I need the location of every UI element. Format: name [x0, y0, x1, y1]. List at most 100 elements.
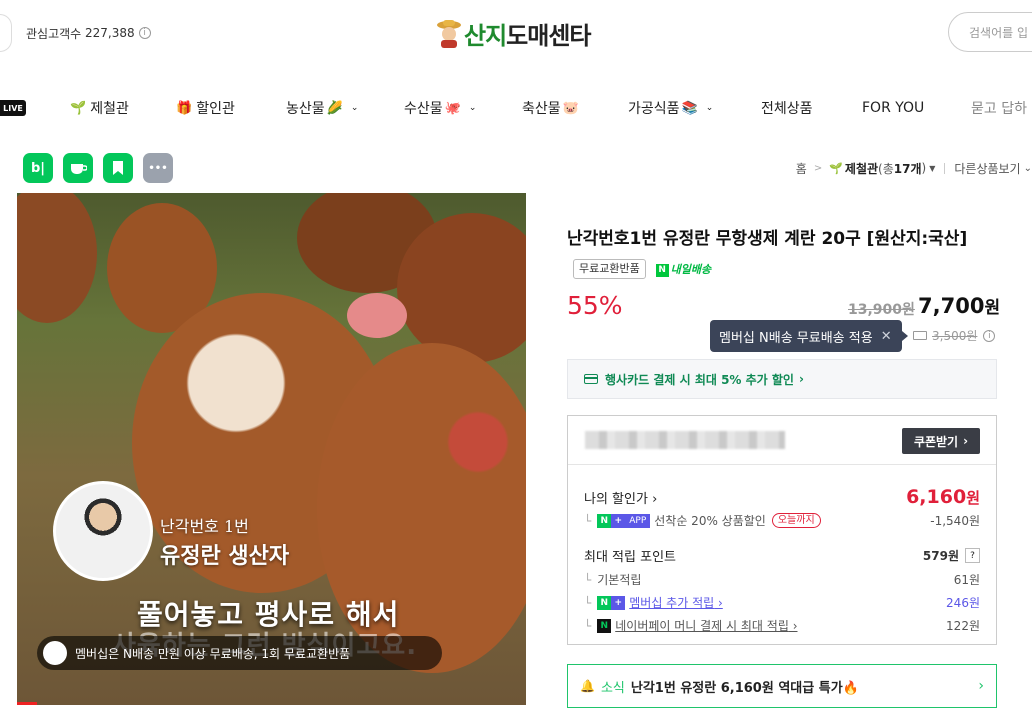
- nav-item-for-you[interactable]: FOR YOU: [862, 88, 924, 128]
- visitors-label: 관심고객수: [26, 26, 82, 41]
- tree-branch: └: [584, 572, 592, 587]
- product-title-text: 난각번호1번 유정란 무항생제 계란 20구 [원산지:국산]: [567, 229, 968, 249]
- naver-n-icon: N: [655, 263, 669, 277]
- chevron-down-icon: ⌄: [468, 103, 477, 113]
- benefit-box: 쿠폰받기 › 나의 할인가 › 6,160원 └ N + APP 선착순 20% 상품…: [567, 415, 997, 645]
- nav-label: 가공식품: [628, 101, 680, 117]
- nav-item-qna[interactable]: 묻고 답하: [971, 88, 1027, 128]
- live-badge[interactable]: LIVE: [0, 100, 26, 116]
- base-points-label: 기본적립: [597, 573, 642, 587]
- base-points-row: └ 기본적립 61원: [584, 571, 980, 588]
- visitors-count: 227,388: [85, 26, 135, 40]
- first-order-row: └ N + APP 선착순 20% 상품할인 오늘까지 -1,540원: [584, 512, 980, 529]
- bookmark-icon: [113, 161, 123, 175]
- truck-icon: [913, 331, 927, 340]
- nav-item-all[interactable]: 전체상품: [761, 88, 813, 128]
- more-share-button[interactable]: •••: [143, 153, 173, 183]
- bookmark-share-button[interactable]: [103, 153, 133, 183]
- logo-text-a: 산지: [464, 21, 507, 50]
- banner-text: 멤버십은 N배송 만원 이상 무료배송, 1회 무료교환반품: [75, 646, 351, 661]
- nav-label: 수산물: [404, 101, 443, 117]
- original-price: 13,900원: [848, 302, 915, 318]
- search-input[interactable]: 검색어를 입: [948, 12, 1032, 52]
- chevron-right-icon: ›: [963, 434, 969, 448]
- sale-price: 7,700원: [918, 293, 1000, 318]
- get-coupon-button[interactable]: 쿠폰받기 ›: [902, 428, 980, 454]
- membership-banner[interactable]: 멤버십은 N배송 만원 이상 무료배송, 1회 무료교환반품: [37, 636, 442, 670]
- nav-item-seasonal[interactable]: 🌱 제철관: [70, 88, 129, 128]
- category-nav: LIVE 🌱 제철관 🎁 할인관 농산물 🌽 ⌄ 수산물 🐙 ⌄ 축산물 🐷 가공식품 📚 ⌄ 전…: [0, 88, 1032, 128]
- other-products-link[interactable]: 다른상품보기: [954, 160, 1020, 177]
- chevron-down-icon: ⌄: [1023, 162, 1032, 174]
- delivery-label: 내일배송: [670, 263, 712, 276]
- nav-item-processed[interactable]: 가공식품 📚 ⌄: [628, 88, 713, 128]
- octopus-icon: 🐙: [444, 100, 461, 116]
- hero-subtitle: 난각번호 1번: [160, 517, 249, 536]
- breadcrumb-home[interactable]: 홈: [796, 160, 807, 177]
- chevron-down-icon: ⌄: [350, 103, 359, 113]
- shipping-fee-value: 3,500원: [932, 329, 978, 343]
- news-banner[interactable]: 🔔 소식 난각1번 유정란 6,160원 역대급 특가🔥 ›: [567, 664, 997, 708]
- site-header: 관심고객수 227,388 i 산지 도매센타 검색어를 입: [0, 0, 1032, 66]
- sprout-icon: 🌱: [70, 100, 87, 116]
- membership-tooltip: 멤버십 N배송 무료배송 적용 ✕: [710, 320, 908, 352]
- nav-item-agri[interactable]: 농산물 🌽 ⌄: [286, 88, 358, 128]
- card-promo-link[interactable]: 행사카드 결제 시 최대 5% 추가 할인 ›: [567, 359, 997, 399]
- close-icon[interactable]: ✕: [881, 329, 892, 344]
- naver-plus-pill: N +: [597, 595, 626, 610]
- nav-item-sale[interactable]: 🎁 할인관: [176, 88, 235, 128]
- cafe-share-button[interactable]: [63, 153, 93, 183]
- breadcrumb-count-suffix: ): [921, 161, 927, 175]
- my-price-number: 6,160: [906, 486, 967, 508]
- points-row: 최대 적립 포인트 579원 ?: [584, 546, 980, 565]
- chevron-down-icon: ⌄: [705, 103, 714, 113]
- npay-points-label: 네이버페이 머니 결제 시 최대 적립: [615, 619, 789, 633]
- membership-points-row: └ N + 멤버십 추가 적립 › 246원: [584, 594, 980, 611]
- product-video[interactable]: 난각번호 1번 유정란 생산자 풀어놓고 평사로 해서 사육하는 그런 방식이고…: [17, 193, 526, 705]
- caret-down-icon[interactable]: ▼: [929, 164, 935, 173]
- npay-points-link[interactable]: 네이버페이 머니 결제 시 최대 적립 ›: [615, 617, 797, 634]
- card-promo-text: 행사카드 결제 시 최대 5% 추가 할인: [605, 372, 794, 387]
- first-order-value: -1,540원: [930, 514, 980, 528]
- nav-label: 농산물: [286, 101, 325, 117]
- store-logo[interactable]: 산지 도매센타: [436, 16, 592, 50]
- my-price-label[interactable]: 나의 할인가 ›: [584, 488, 657, 507]
- nav-label: 축산물: [522, 101, 561, 117]
- info-icon[interactable]: i: [983, 329, 996, 342]
- left-rail-tab[interactable]: [0, 14, 12, 52]
- sprout-icon: 🌱: [829, 161, 843, 175]
- membership-points-link[interactable]: 멤버십 추가 적립 ›: [629, 594, 723, 611]
- hero-headline: 유정란 생산자: [160, 543, 290, 569]
- free-return-badge: 무료교환반품: [573, 259, 646, 279]
- my-price-row: 나의 할인가 › 6,160원: [584, 486, 980, 508]
- divider: [568, 464, 996, 465]
- membership-points-value: 246원: [946, 596, 980, 610]
- breadcrumb-category[interactable]: 제철관: [845, 160, 878, 177]
- help-icon[interactable]: ?: [965, 548, 980, 563]
- chevron-right-icon: ›: [978, 678, 984, 694]
- nav-item-seafood[interactable]: 수산물 🐙 ⌄: [404, 88, 476, 128]
- tomorrow-delivery-badge: N 내일배송: [655, 255, 712, 285]
- bell-icon: 🔔: [580, 679, 595, 693]
- blog-share-button[interactable]: b|: [23, 153, 53, 183]
- tree-branch: └: [584, 618, 592, 633]
- logo-text-b: 도매센타: [506, 21, 591, 50]
- naver-plus-app-pill: N + APP: [597, 513, 651, 528]
- points-value: 579원: [922, 549, 959, 563]
- my-price-label-text: 나의 할인가: [584, 491, 648, 507]
- discount-rate: 55%: [567, 291, 623, 320]
- coupon-button-label: 쿠폰받기: [913, 434, 959, 449]
- sale-price-value: 7,700: [918, 294, 985, 318]
- blurred-coupon-info: [585, 431, 785, 449]
- info-icon[interactable]: i: [138, 27, 151, 39]
- membership-points-label: 멤버십 추가 적립: [629, 596, 715, 610]
- breadcrumb: 홈 > 🌱 제철관 (총 17개) ▼ 다른상품보기 ⌄: [796, 158, 1032, 178]
- cup-icon: [71, 164, 87, 174]
- npay-points-value: 122원: [946, 619, 980, 633]
- my-price-value: 6,160원: [906, 486, 980, 508]
- news-text: 난각1번 유정란 6,160원 역대급 특가🔥: [630, 680, 859, 696]
- base-points-value: 61원: [953, 573, 980, 587]
- today-only-badge: 오늘까지: [771, 513, 821, 528]
- chevron-right-icon: >: [813, 162, 823, 174]
- nav-item-livestock[interactable]: 축산물 🐷: [522, 88, 583, 128]
